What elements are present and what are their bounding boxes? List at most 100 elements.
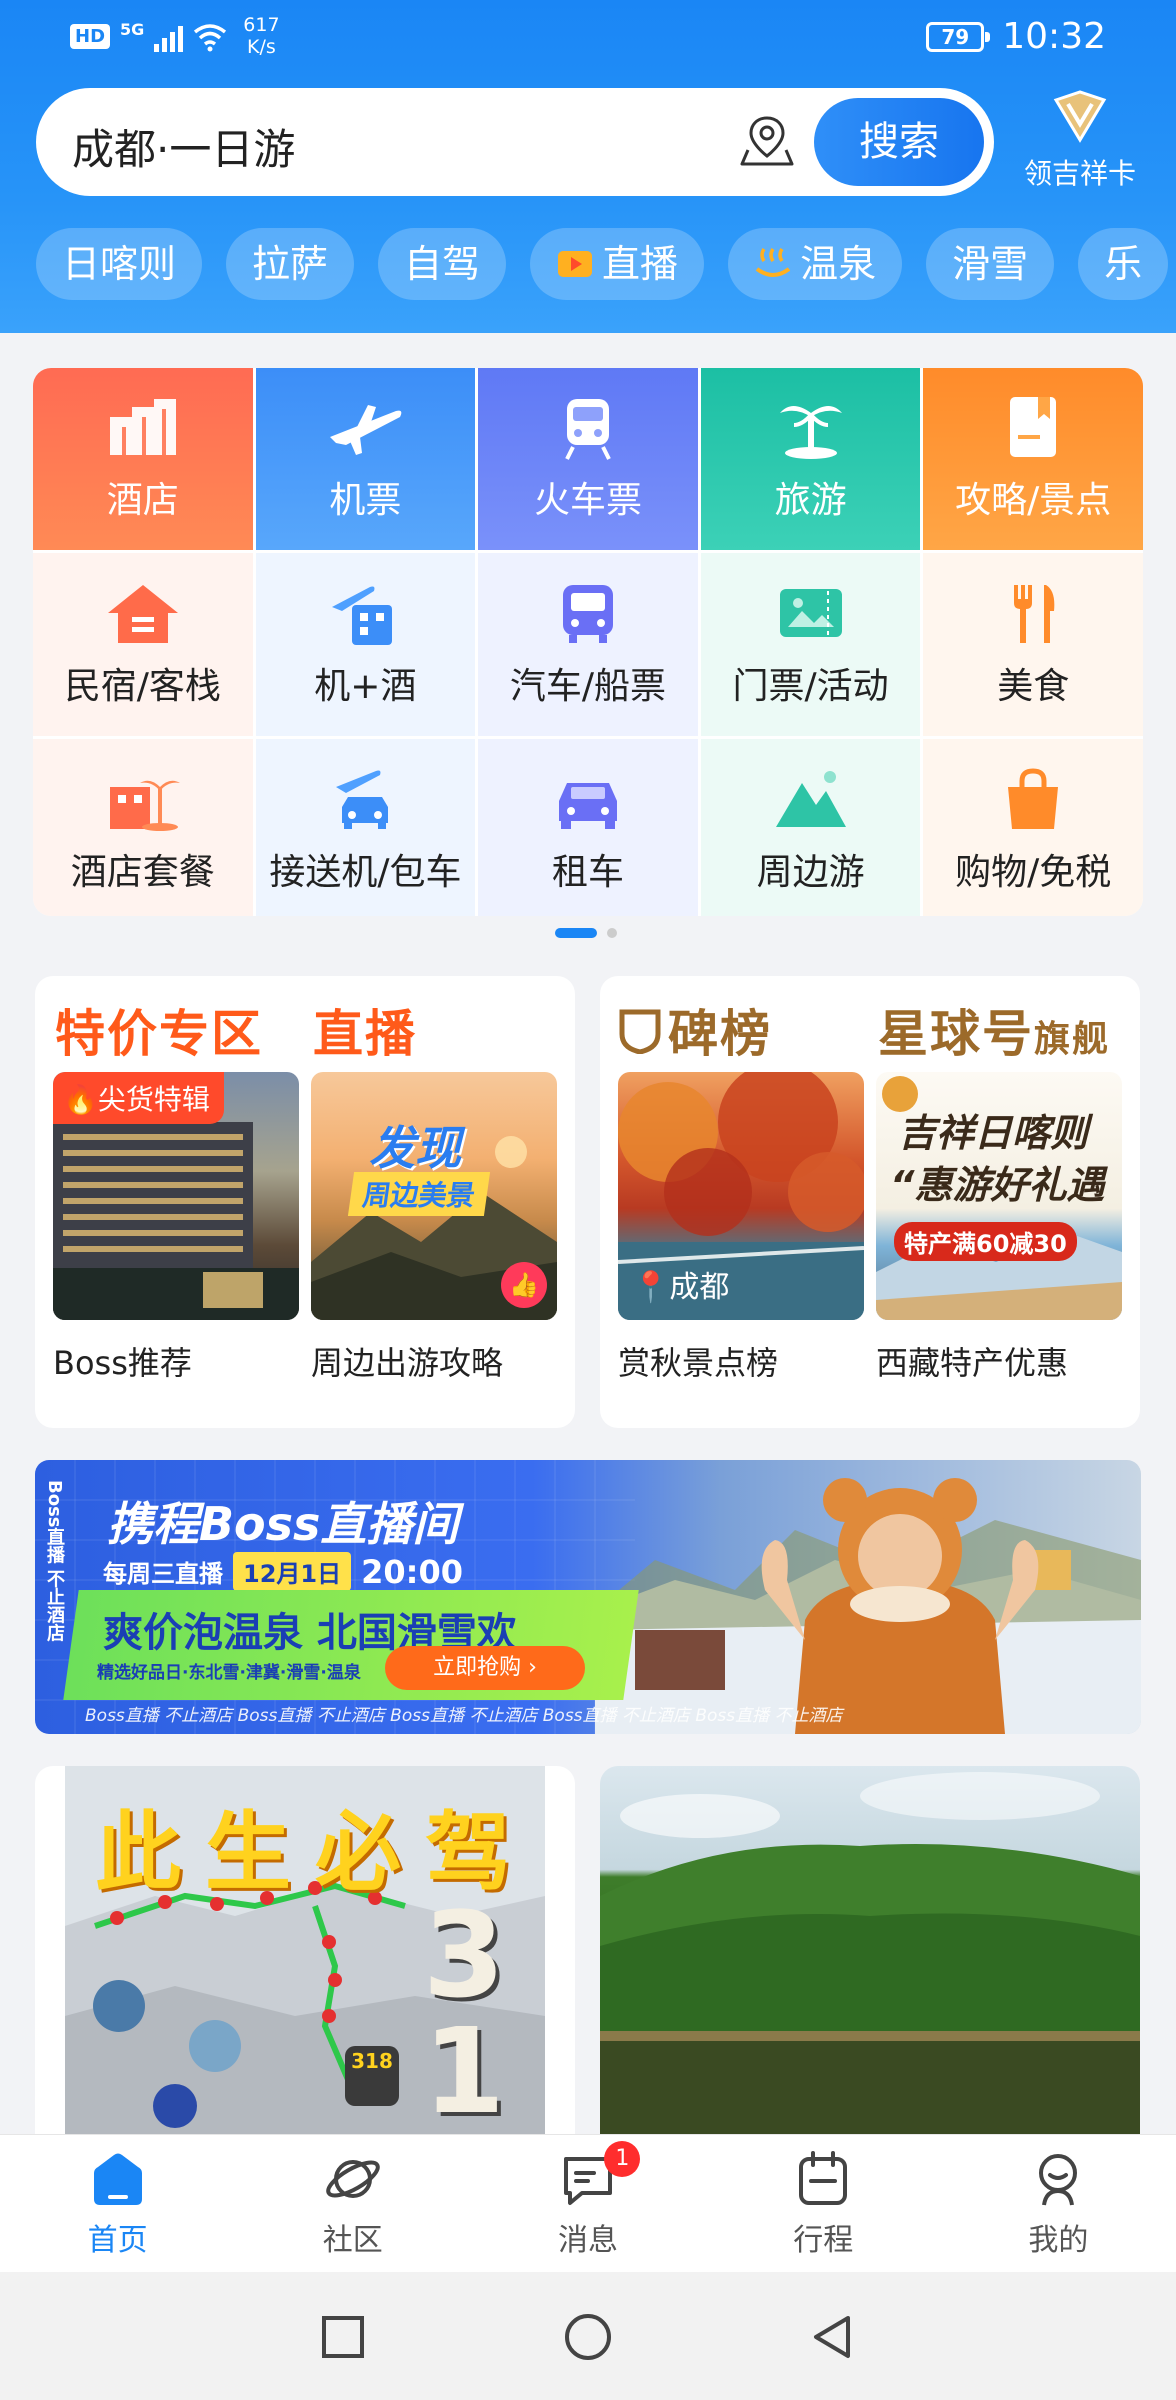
discover-subtitle: 周边美景	[347, 1172, 491, 1216]
feed-card-road-trip[interactable]: 此生必驾 3 1 318	[35, 1766, 575, 2136]
tab-home[interactable]: 首页	[0, 2135, 235, 2272]
shopping-bag-icon	[1008, 767, 1059, 829]
banner-schedule: 每周三直播 12月1日 20:00	[103, 1552, 463, 1591]
live-title: 直播	[313, 1005, 417, 1063]
like-icon[interactable]: 👍	[501, 1262, 547, 1308]
tab-community[interactable]: 社区	[235, 2135, 470, 2272]
grid-page-indicator	[555, 928, 617, 938]
quick-chips: 日喀则 拉萨 自驾 直播 温泉 滑雪 乐	[36, 228, 1169, 300]
pin-icon: 📍	[632, 1270, 670, 1305]
host-person-image	[761, 1478, 1039, 1734]
car-icon	[558, 782, 617, 829]
grid-travel[interactable]: 旅游	[700, 368, 921, 550]
hot-spring-icon	[755, 248, 791, 277]
tab-messages[interactable]: 消息 1	[470, 2135, 705, 2272]
home-circle-icon[interactable]	[563, 2312, 613, 2362]
chip-rikaze[interactable]: 日喀则	[36, 228, 203, 300]
back-triangle-icon[interactable]	[808, 2312, 858, 2362]
chip-hot-spring[interactable]: 温泉	[728, 228, 903, 300]
search-bar[interactable]: 成都·一日游 搜索	[36, 88, 994, 196]
ticket-icon	[779, 588, 842, 637]
message-count-badge: 1	[604, 2141, 641, 2177]
bus-icon	[562, 584, 613, 643]
bottom-tab-bar: 首页 社区 消息 1 行程 我的	[0, 2134, 1176, 2272]
autumn-caption: 赏秋景点榜	[618, 1344, 779, 1382]
mountain-icon	[775, 770, 846, 827]
house-icon	[107, 584, 178, 643]
status-bar: HD 5G 617 K/s 79 10:32	[0, 0, 1176, 80]
cutlery-icon	[1014, 584, 1055, 643]
page-dot-active	[555, 928, 597, 938]
live-thumbnail[interactable]: 发现 周边美景 👍	[311, 1072, 557, 1320]
system-navigation-bar	[0, 2272, 1176, 2400]
grid-homestay[interactable]: 民宿/客栈	[33, 553, 253, 736]
grid-flight-hotel[interactable]: 机+酒	[255, 553, 476, 736]
page-dot	[607, 928, 617, 938]
guide-book-icon	[1010, 397, 1057, 457]
deals-title: 特价专区	[55, 1005, 263, 1063]
banner-title: 携程Boss直播间	[107, 1497, 459, 1551]
planet-icon	[326, 2159, 380, 2198]
grid-shopping[interactable]: 购物/免税	[923, 739, 1143, 916]
recent-apps-icon[interactable]	[318, 2312, 368, 2362]
live-stream-banner[interactable]: Boss直播 不止酒店 携程Boss直播间 每周三直播 12月1日 20:00 …	[35, 1460, 1141, 1734]
deal-tag: 🔥尖货特辑	[53, 1072, 224, 1124]
plane-icon	[330, 405, 402, 455]
chip-self-drive[interactable]: 自驾	[378, 228, 507, 300]
hotel-icon	[109, 399, 176, 455]
ranking-title: 碑榜	[618, 994, 772, 1066]
chip-more[interactable]: 乐	[1078, 228, 1169, 300]
home-icon	[93, 2153, 142, 2205]
tab-itinerary[interactable]: 行程	[706, 2135, 941, 2272]
search-button[interactable]: 搜索	[814, 98, 984, 186]
live-icon	[558, 251, 593, 277]
grid-train[interactable]: 火车票	[478, 368, 698, 550]
location-tag: 📍成都	[632, 1270, 730, 1305]
forest-lake-image	[600, 1772, 1140, 2136]
feed-card-forest-lake[interactable]	[600, 1766, 1140, 2136]
location-icon[interactable]	[736, 110, 798, 172]
vip-diamond-icon	[1053, 90, 1107, 143]
chip-live[interactable]: 直播	[530, 228, 705, 300]
banner-footer: Boss直播 不止酒店 Boss直播 不止酒店 Boss直播 不止酒店 Boss…	[85, 1706, 843, 1726]
grid-food[interactable]: 美食	[923, 553, 1143, 736]
autumn-thumbnail[interactable]: 📍成都	[618, 1072, 864, 1320]
tibet-discount-tag: 特产满60减30	[894, 1222, 1077, 1261]
train-icon	[565, 399, 611, 460]
ranking-shield-icon	[619, 1009, 661, 1054]
grid-airport-transfer[interactable]: 接送机/包车	[255, 739, 476, 916]
tibet-thumbnail[interactable]: 吉祥日喀则 “惠游好礼遇 特产满60减30	[876, 1072, 1122, 1320]
profile-icon	[1039, 2153, 1078, 2205]
chip-lhasa[interactable]: 拉萨	[226, 228, 355, 300]
deal-thumbnail[interactable]: VOCO 🔥尖货特辑	[53, 1072, 299, 1320]
battery-icon: 79	[926, 21, 991, 52]
category-grid: 酒店 机票 火车票 旅游 攻略/景点 民宿/客栈 机+酒 汽车/船票 门票/活动…	[33, 368, 1143, 916]
palm-icon	[779, 406, 842, 459]
grid-tickets[interactable]: 门票/活动	[700, 553, 921, 736]
tab-profile[interactable]: 我的	[941, 2135, 1176, 2272]
banner-side-text: Boss直播 不止酒店	[44, 1480, 65, 1642]
banner-cta-button[interactable]: 立即抢购 ›	[385, 1646, 585, 1690]
tibet-headline-1: 吉祥日喀则	[898, 1111, 1089, 1155]
grid-hotel-package[interactable]: 酒店套餐	[33, 739, 253, 916]
grid-flight[interactable]: 机票	[255, 368, 476, 550]
road-trip-number-bottom: 1	[422, 2002, 505, 2136]
vip-card-button[interactable]: 领吉祥卡	[1020, 88, 1140, 192]
discover-title: 发现	[369, 1121, 461, 1175]
promo-card-rankings[interactable]: 碑榜 星球号旗舰店 📍成都 赏秋景点榜 吉祥日喀则 “惠游好礼遇 特产满60减3…	[600, 976, 1140, 1428]
grid-nearby-tour[interactable]: 周边游	[700, 739, 921, 916]
chip-ski[interactable]: 滑雪	[926, 228, 1055, 300]
plane-hotel-icon	[332, 586, 393, 645]
hotel-package-icon	[109, 780, 180, 831]
grid-car-rental[interactable]: 租车	[478, 739, 698, 916]
grid-hotel[interactable]: 酒店	[33, 368, 253, 550]
route-318-badge: 318	[345, 2046, 399, 2106]
grid-bus-ship[interactable]: 汽车/船票	[478, 553, 698, 736]
header: HD 5G 617 K/s 79 10:32 成都·一日游 搜索 领吉祥卡 日喀…	[0, 0, 1176, 333]
promo-card-deals[interactable]: 特价专区 直播 VOCO 🔥尖货特辑 Boss推荐 发现 周边美景 👍 周边出游…	[35, 976, 575, 1428]
network-speed: 617 K/s	[243, 14, 280, 58]
tibet-headline-2: “惠游好礼遇	[890, 1163, 1105, 1207]
grid-guide[interactable]: 攻略/景点	[923, 368, 1143, 550]
flame-icon: 🔥	[63, 1083, 98, 1116]
search-input[interactable]: 成都·一日游	[72, 116, 295, 177]
